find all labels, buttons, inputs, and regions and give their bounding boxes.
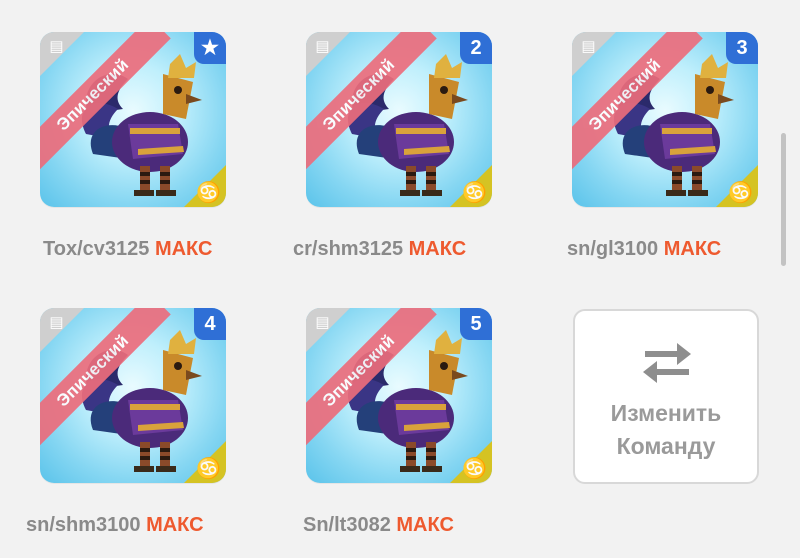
- change-team-label: Изменить Команду: [575, 397, 757, 463]
- pet-level: МАКС: [663, 238, 722, 260]
- pet-name: sn/gl3100: [567, 238, 659, 260]
- pet-label-2: cr/shm3125 МАКС: [293, 238, 466, 261]
- pet-label-4: sn/shm3100 МАКС: [26, 514, 204, 537]
- cancer-zodiac-icon: ♋: [462, 458, 487, 480]
- star-badge: ★: [194, 32, 226, 64]
- slot-badge: 5: [460, 308, 492, 340]
- pet-label-5: Sn/lt3082 МАКС: [303, 514, 454, 537]
- change-team-line2: Команду: [616, 433, 716, 459]
- pet-card-4[interactable]: ▤ Эпический 4 ♋: [40, 308, 226, 483]
- calendar-icon: ▤: [49, 314, 64, 331]
- cancer-zodiac-icon: ♋: [462, 182, 487, 204]
- calendar-icon: ▤: [315, 314, 330, 331]
- pet-card-1[interactable]: ▤ Эпический ★ ♋: [40, 32, 226, 207]
- pet-label-3: sn/gl3100 МАКС: [567, 238, 721, 261]
- slot-badge: 3: [726, 32, 758, 64]
- pet-name: sn/shm3100: [26, 514, 141, 536]
- pet-name: Tox/cv3125: [43, 238, 150, 260]
- cancer-zodiac-icon: ♋: [196, 182, 221, 204]
- calendar-icon: ▤: [49, 38, 64, 55]
- slot-badge: 2: [460, 32, 492, 64]
- pet-label-1: Tox/cv3125 МАКС: [43, 238, 212, 261]
- change-team-line1: Изменить: [610, 400, 722, 426]
- pet-level: МАКС: [146, 514, 204, 536]
- swap-arrows-icon: [641, 337, 693, 388]
- slot-badge: 4: [194, 308, 226, 340]
- pet-level: МАКС: [154, 238, 213, 260]
- change-team-button[interactable]: Изменить Команду: [573, 309, 759, 484]
- pet-name: Sn/lt3082: [303, 514, 391, 536]
- cancer-zodiac-icon: ♋: [728, 182, 753, 204]
- calendar-icon: ▤: [581, 38, 596, 55]
- pet-card-3[interactable]: ▤ Эпический 3 ♋: [572, 32, 758, 207]
- pet-level: МАКС: [408, 238, 467, 260]
- pet-card-2[interactable]: ▤ Эпический 2 ♋: [306, 32, 492, 207]
- pet-card-5[interactable]: ▤ Эпический 5 ♋: [306, 308, 492, 483]
- pet-level: МАКС: [396, 514, 454, 536]
- pet-name: cr/shm3125: [293, 238, 404, 260]
- calendar-icon: ▤: [315, 38, 330, 55]
- vertical-scrollbar[interactable]: [781, 133, 786, 266]
- cancer-zodiac-icon: ♋: [196, 458, 221, 480]
